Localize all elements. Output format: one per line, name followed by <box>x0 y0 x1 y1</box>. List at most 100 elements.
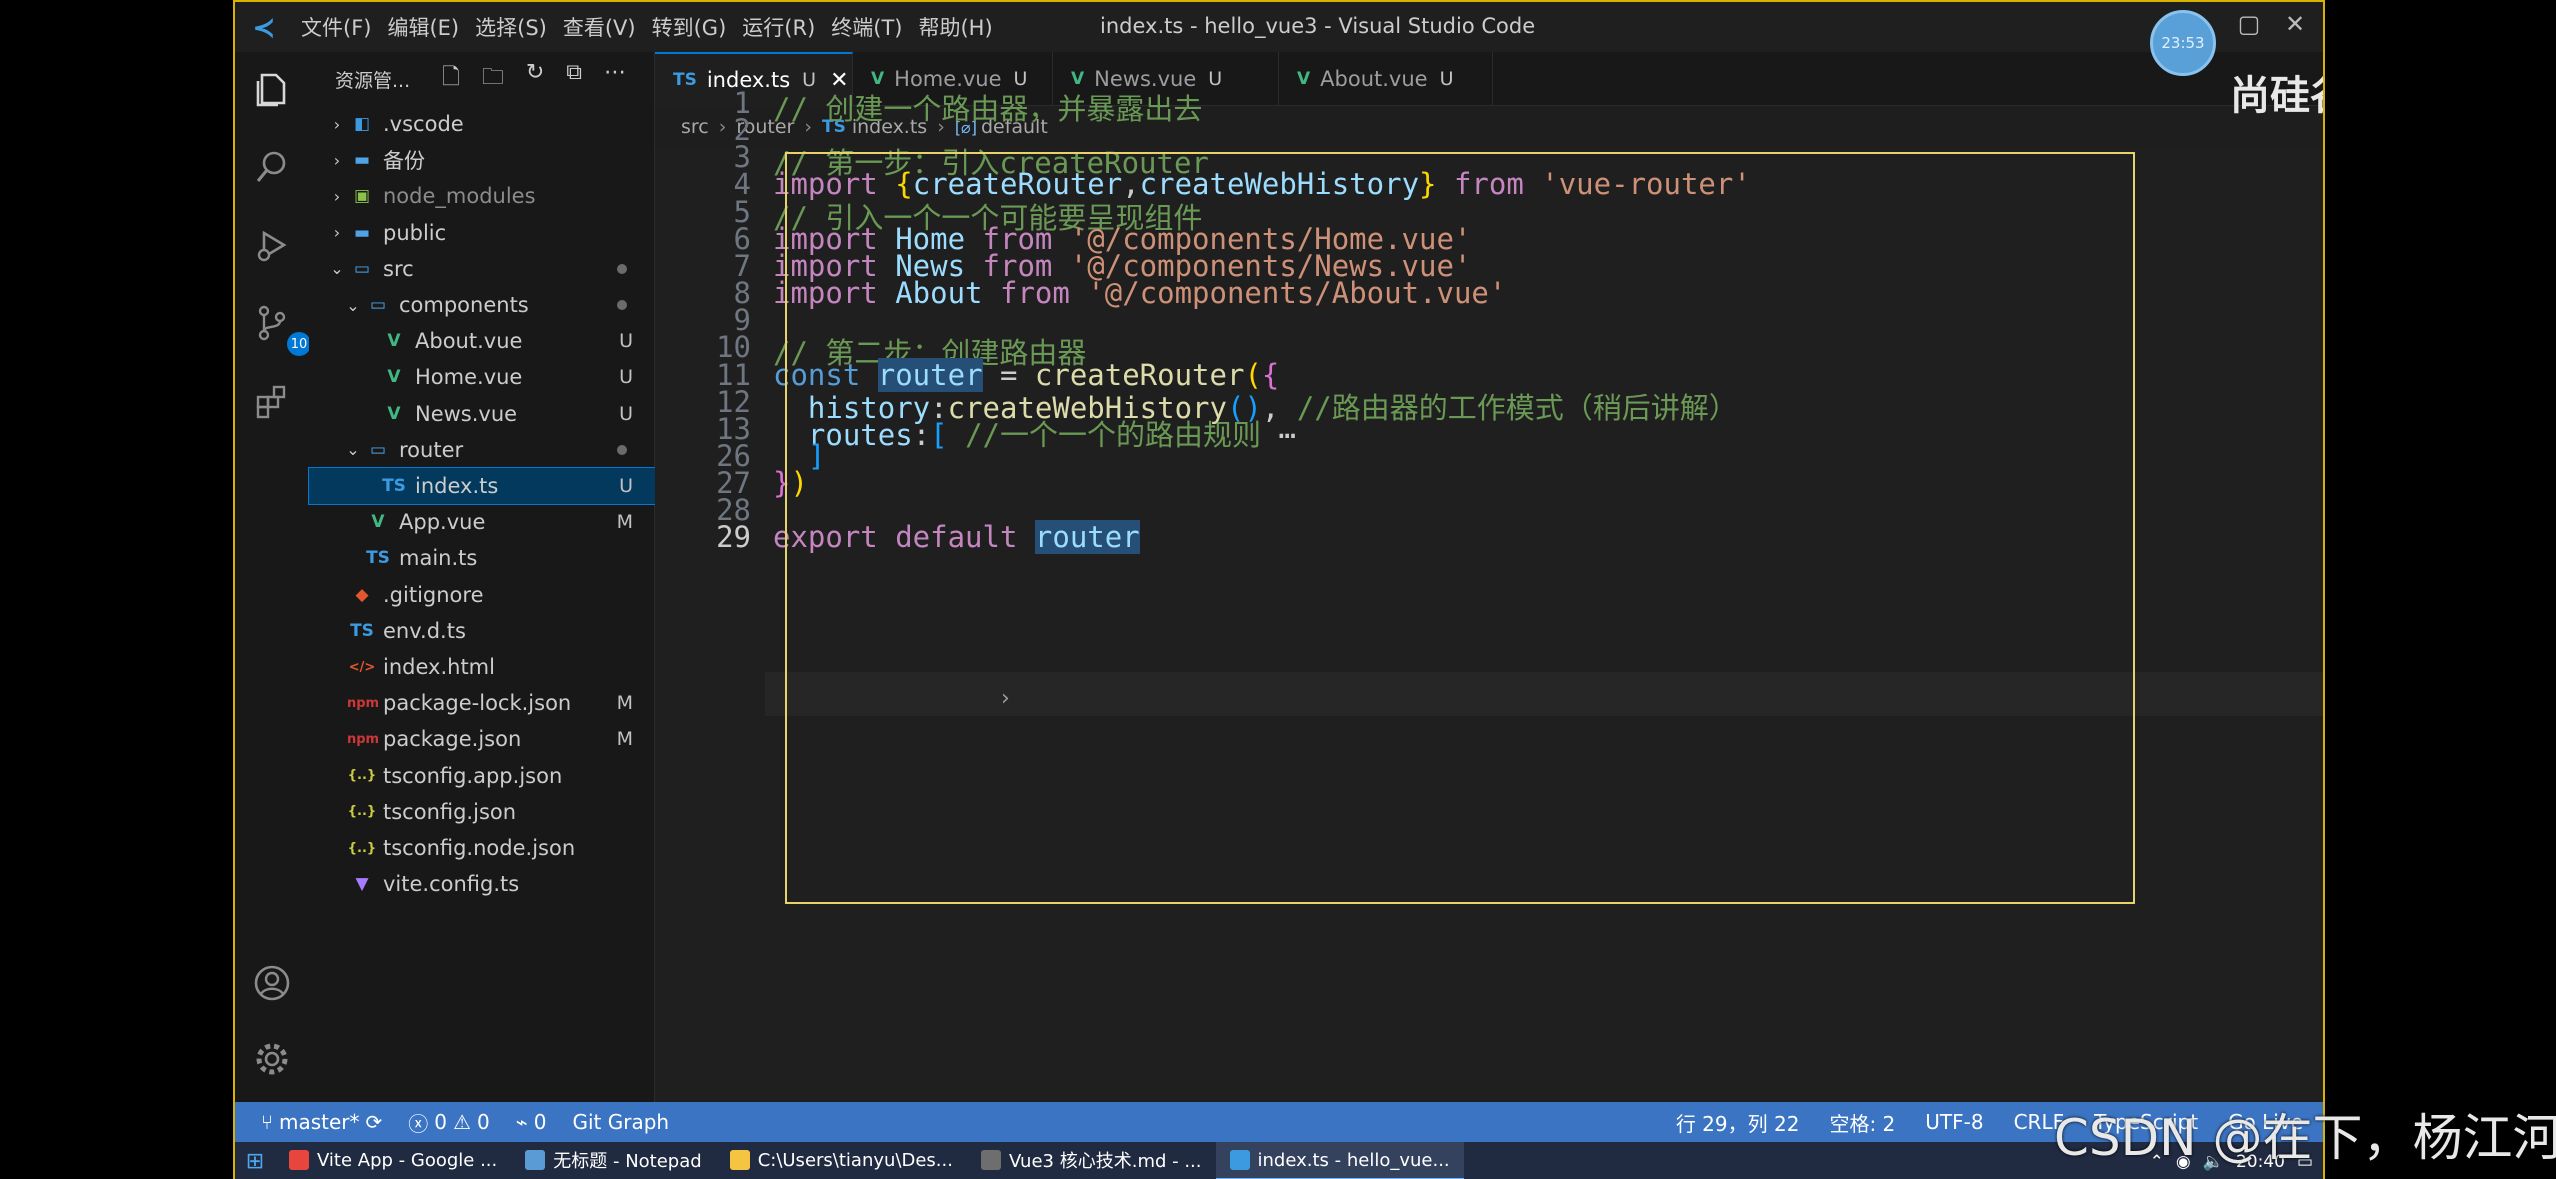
tree-item[interactable]: TS main.ts <box>309 540 655 576</box>
annotation-highlight-box <box>785 152 2135 904</box>
tree-item-label: vite.config.ts <box>383 872 520 897</box>
tree-item[interactable]: ⌄ ▭ components <box>309 287 655 323</box>
tree-item[interactable]: {..} tsconfig.node.json <box>309 830 655 866</box>
settings-gear-icon[interactable] <box>249 1036 295 1082</box>
source-control-icon[interactable]: 10 <box>249 300 311 356</box>
branch-name: master* <box>279 1110 360 1134</box>
tree-item[interactable]: ◆ .gitignore <box>309 577 655 613</box>
tree-item[interactable]: › ▣ node_modules <box>309 178 655 214</box>
ports-status[interactable]: ⌁ 0 <box>516 1110 547 1134</box>
vscode-window: ≺ 文件(F) 编辑(E) 选择(S) 查看(V) 转到(G) 运行(R) 终端(T) 帮助(… <box>233 0 2325 1179</box>
activity-bar: 10 <box>235 52 311 1102</box>
taskbar-app[interactable]: Vite App - Google ... <box>275 1142 511 1179</box>
chevron-right-icon[interactable]: › <box>327 115 347 134</box>
menu-item[interactable]: 帮助(H) <box>910 12 1000 42</box>
git-graph-button[interactable]: Git Graph <box>572 1110 669 1134</box>
tree-item-label: public <box>383 220 447 245</box>
taskbar-app[interactable]: 无标题 - Notepad <box>511 1142 715 1179</box>
editor-tab[interactable]: V About.vue U <box>1279 52 1493 106</box>
vue-icon: V <box>1297 69 1311 89</box>
tree-item-label: tsconfig.json <box>383 799 517 824</box>
chevron-down-icon[interactable]: ⌄ <box>343 440 363 459</box>
app-icon <box>525 1150 546 1170</box>
indentation[interactable]: 空格: 2 <box>1829 1108 1895 1137</box>
app-icon <box>1229 1150 1250 1170</box>
warning-count: 0 <box>476 1110 490 1134</box>
warning-icon: ⚠ <box>453 1110 471 1134</box>
taskbar-app-label: 无标题 - Notepad <box>553 1151 702 1172</box>
menu-item[interactable]: 文件(F) <box>293 12 379 42</box>
menu-item[interactable]: 运行(R) <box>734 12 823 42</box>
menu-item[interactable]: 编辑(E) <box>379 12 467 42</box>
folder-open-icon: ▭ <box>369 439 387 460</box>
taskbar-app[interactable]: Vue3 核心技术.md - ... <box>967 1142 1216 1179</box>
windows-start-icon[interactable]: ⊞ <box>235 1142 275 1179</box>
tree-item-label: App.vue <box>399 510 486 535</box>
collapse-all-icon[interactable]: ⧉ <box>566 60 582 98</box>
problems-status[interactable]: ⓧ 0 ⚠ 0 <box>408 1108 489 1137</box>
tab-git-status: U <box>1439 68 1454 90</box>
tree-item[interactable]: npm package-lock.json M <box>309 685 655 721</box>
vue-icon: V <box>371 512 385 533</box>
tree-item[interactable]: </> index.html <box>309 649 655 685</box>
git-icon: ◆ <box>355 584 369 605</box>
explorer-icon[interactable] <box>249 66 295 112</box>
tree-item[interactable]: TS index.ts U <box>308 467 656 505</box>
chevron-right-icon[interactable]: › <box>327 187 347 206</box>
node-folder-icon: ▣ <box>353 186 371 207</box>
encoding[interactable]: UTF-8 <box>1925 1110 1983 1134</box>
app-icon <box>980 1150 1001 1170</box>
taskbar-app-label: Vite App - Google ... <box>317 1149 498 1171</box>
cursor-position[interactable]: 行 29，列 22 <box>1676 1108 1800 1137</box>
menu-item[interactable]: 查看(V) <box>555 12 644 42</box>
taskbar-app[interactable]: index.ts - hello_vue... <box>1215 1142 1464 1179</box>
more-actions-icon[interactable]: ⋯ <box>604 60 626 98</box>
tree-item[interactable]: V About.vue U <box>309 323 655 359</box>
tree-item[interactable]: ▼ vite.config.ts <box>309 866 655 902</box>
tree-item-label: components <box>399 293 529 317</box>
git-status-badge: U <box>619 330 633 353</box>
menu-item[interactable]: 转到(G) <box>644 12 735 42</box>
git-status-badge: M <box>616 511 633 534</box>
tree-item-label: index.html <box>383 655 495 679</box>
chevron-down-icon[interactable]: ⌄ <box>343 296 363 315</box>
account-icon[interactable] <box>249 960 295 1006</box>
menu-item[interactable]: 终端(T) <box>823 12 910 42</box>
tree-item[interactable]: TS env.d.ts <box>309 613 655 649</box>
chevron-right-icon[interactable]: › <box>327 223 347 242</box>
tree-item[interactable]: ⌄ ▭ router <box>309 432 655 468</box>
tree-item-label: tsconfig.app.json <box>383 763 563 788</box>
refresh-icon[interactable]: ↻ <box>526 60 544 98</box>
tree-item[interactable]: {..} tsconfig.json <box>309 794 655 830</box>
run-debug-icon[interactable] <box>249 222 295 268</box>
tree-item-label: package-lock.json <box>383 691 572 716</box>
bilibili-watermark: 尚硅谷bilibili <box>2230 54 2323 124</box>
maximize-button[interactable]: ▢ <box>2229 10 2269 38</box>
tree-item[interactable]: V App.vue M <box>309 504 655 540</box>
sync-icon: ⟳ <box>365 1110 383 1134</box>
code-line: // 创建一个路由器，并暴露出去 <box>773 86 1202 128</box>
menu-item[interactable]: 选择(S) <box>467 12 555 42</box>
tree-item[interactable]: › ▬ 备份 <box>309 142 655 178</box>
new-file-icon[interactable]: 🗋 <box>442 60 460 98</box>
ports-count: 0 <box>533 1110 547 1134</box>
taskbar-app[interactable]: C:\Users\tianyu\Des... <box>716 1142 967 1179</box>
git-branch-icon: ⑂ <box>261 1110 273 1134</box>
tree-item[interactable]: › ▬ public <box>309 215 655 251</box>
tree-item[interactable]: {..} tsconfig.app.json <box>309 758 655 794</box>
tree-item[interactable]: V News.vue U <box>309 396 655 432</box>
search-icon[interactable] <box>249 144 295 190</box>
tree-item-label: index.ts <box>415 474 499 498</box>
new-folder-icon[interactable]: 🗀 <box>482 60 504 98</box>
extensions-icon[interactable] <box>249 378 295 424</box>
branch-status[interactable]: ⑂ master* ⟳ <box>261 1110 382 1134</box>
close-window-button[interactable]: ✕ <box>2275 10 2315 38</box>
vue-icon: V <box>387 403 401 424</box>
tree-item[interactable]: ⌄ ▭ src <box>309 251 655 287</box>
tree-item[interactable]: V Home.vue U <box>309 359 655 395</box>
chevron-down-icon[interactable]: ⌄ <box>327 259 347 278</box>
chevron-right-icon[interactable]: › <box>327 151 347 170</box>
tree-item[interactable]: › ◧ .vscode <box>309 106 655 142</box>
csdn-watermark: CSDN @在下，杨江河 <box>2054 1109 2556 1167</box>
tree-item[interactable]: npm package.json M <box>309 721 655 757</box>
